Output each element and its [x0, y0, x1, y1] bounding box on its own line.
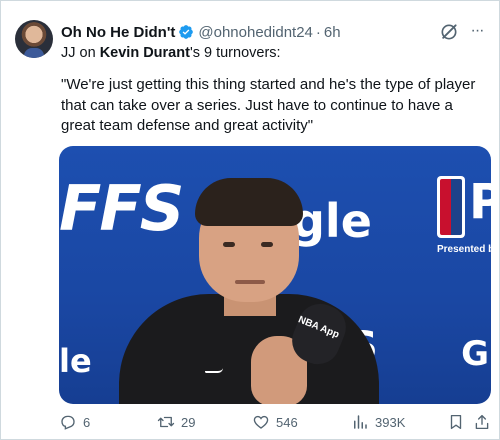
backdrop-text-p: P	[469, 174, 491, 230]
repost-button[interactable]: 29	[157, 413, 195, 431]
presented-by-text: Presented by	[437, 244, 491, 255]
intro-player-name: Kevin Durant	[99, 45, 190, 61]
author-name[interactable]: Oh No He Didn't	[61, 24, 175, 41]
backdrop-text-le: le	[59, 342, 92, 380]
timestamp[interactable]: 6h	[324, 24, 341, 41]
speaker-mouth	[235, 280, 265, 284]
grok-icon[interactable]	[439, 22, 459, 42]
like-count: 546	[276, 414, 298, 430]
speaker-eye-right	[261, 242, 273, 247]
share-icon	[475, 414, 489, 430]
more-options-icon[interactable]: ···	[467, 21, 487, 41]
bookmark-icon	[450, 414, 462, 430]
verified-badge-icon	[179, 25, 194, 39]
author-handle[interactable]: @ohnohedidnt24	[198, 24, 313, 41]
tweet-action-bar: 6 29 546 393K	[59, 413, 491, 433]
tweet-quote-text: "We're just getting this thing started a…	[61, 76, 476, 134]
share-button[interactable]	[473, 413, 491, 431]
reply-count: 6	[83, 414, 91, 430]
intro-suffix: 's 9 turnovers:	[189, 45, 281, 61]
speaker-hair	[195, 178, 303, 226]
reply-button[interactable]: 6	[59, 413, 90, 431]
tweet-media-image[interactable]: FFS gle le G S P Presented by NBA App	[59, 146, 491, 404]
repost-count: 29	[181, 414, 196, 430]
like-button[interactable]: 546	[252, 413, 298, 431]
backdrop-text-g: G	[461, 334, 489, 374]
views-button[interactable]: 393K	[351, 413, 405, 431]
separator-dot: ·	[315, 23, 321, 41]
speaker-figure: NBA App	[119, 176, 379, 404]
repost-icon	[157, 416, 175, 428]
views-chart-icon	[354, 415, 367, 429]
shirt-logo-icon	[205, 368, 223, 373]
tweet-intro-line: JJ on Kevin Durant's 9 turnovers:	[61, 45, 281, 61]
nba-logo-icon	[437, 176, 465, 238]
heart-icon	[253, 415, 269, 429]
tweet-header: Oh No He Didn't @ohnohedidnt24 · 6h ···	[61, 21, 487, 43]
views-count: 393K	[375, 414, 406, 430]
bookmark-button[interactable]	[447, 413, 465, 431]
tweet-card[interactable]: Oh No He Didn't @ohnohedidnt24 · 6h ··· …	[0, 0, 500, 440]
reply-icon	[61, 415, 75, 430]
intro-prefix: JJ on	[61, 45, 100, 61]
avatar[interactable]	[15, 20, 53, 58]
speaker-eye-left	[223, 242, 235, 247]
